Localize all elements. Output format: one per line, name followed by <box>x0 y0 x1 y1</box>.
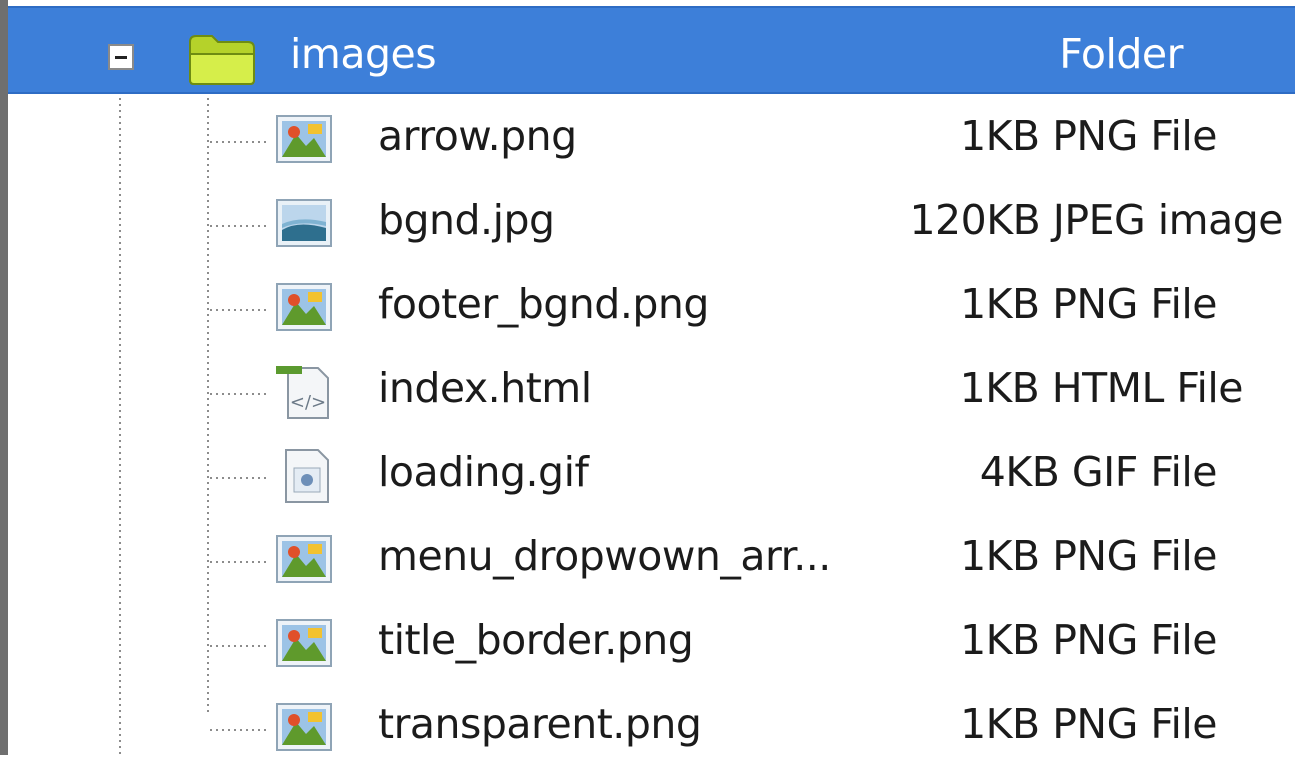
tree-row-file[interactable]: loading.gif 4KB GIF File <box>8 432 1295 516</box>
file-name: loading.gif <box>378 448 589 496</box>
tree-row-file[interactable]: title_border.png 1KB PNG File <box>8 600 1295 684</box>
jpeg-image-icon <box>274 194 334 252</box>
png-image-icon <box>274 530 334 588</box>
file-name: title_border.png <box>378 616 694 664</box>
tree-row-file[interactable]: footer_bgnd.png 1KB PNG File <box>8 264 1295 348</box>
file-size-type: 120KB JPEG image <box>909 196 1283 244</box>
file-name: bgnd.jpg <box>378 196 555 244</box>
file-name: transparent.png <box>378 700 702 748</box>
file-size-type: 1KB PNG File <box>960 112 1217 160</box>
folder-name: images <box>290 30 437 78</box>
tree-row-file[interactable]: arrow.png 1KB PNG File <box>8 96 1295 180</box>
file-name: index.html <box>378 364 592 412</box>
folder-icon <box>189 35 255 85</box>
folder-type: Folder <box>1059 30 1183 78</box>
file-size-type: 1KB PNG File <box>960 700 1217 748</box>
collapse-toggle-icon[interactable] <box>108 44 134 70</box>
png-image-icon <box>274 698 334 756</box>
file-name: footer_bgnd.png <box>378 280 709 328</box>
png-image-icon <box>274 110 334 168</box>
file-size-type: 1KB HTML File <box>959 364 1244 412</box>
window-left-border <box>0 0 8 755</box>
tree-row-folder-images[interactable]: images Folder <box>8 6 1295 94</box>
png-image-icon <box>274 278 334 336</box>
png-image-icon <box>274 614 334 672</box>
tree-row-file[interactable]: menu_dropwown_arr... 1KB PNG File <box>8 516 1295 600</box>
file-name: arrow.png <box>378 112 577 160</box>
file-size-type: 1KB PNG File <box>960 616 1217 664</box>
html-file-icon: </> <box>274 362 334 420</box>
file-size-type: 4KB GIF File <box>979 448 1218 496</box>
file-size-type: 1KB PNG File <box>960 280 1217 328</box>
tree-row-file[interactable]: transparent.png 1KB PNG File <box>8 684 1295 768</box>
tree-row-file[interactable]: </> index.html 1KB HTML File <box>8 348 1295 432</box>
file-size-type: 1KB PNG File <box>960 532 1217 580</box>
gif-file-icon <box>274 446 334 504</box>
file-name: menu_dropwown_arr... <box>378 532 831 580</box>
tree-row-file[interactable]: bgnd.jpg 120KB JPEG image <box>8 180 1295 264</box>
svg-text:</>: </> <box>290 392 326 413</box>
